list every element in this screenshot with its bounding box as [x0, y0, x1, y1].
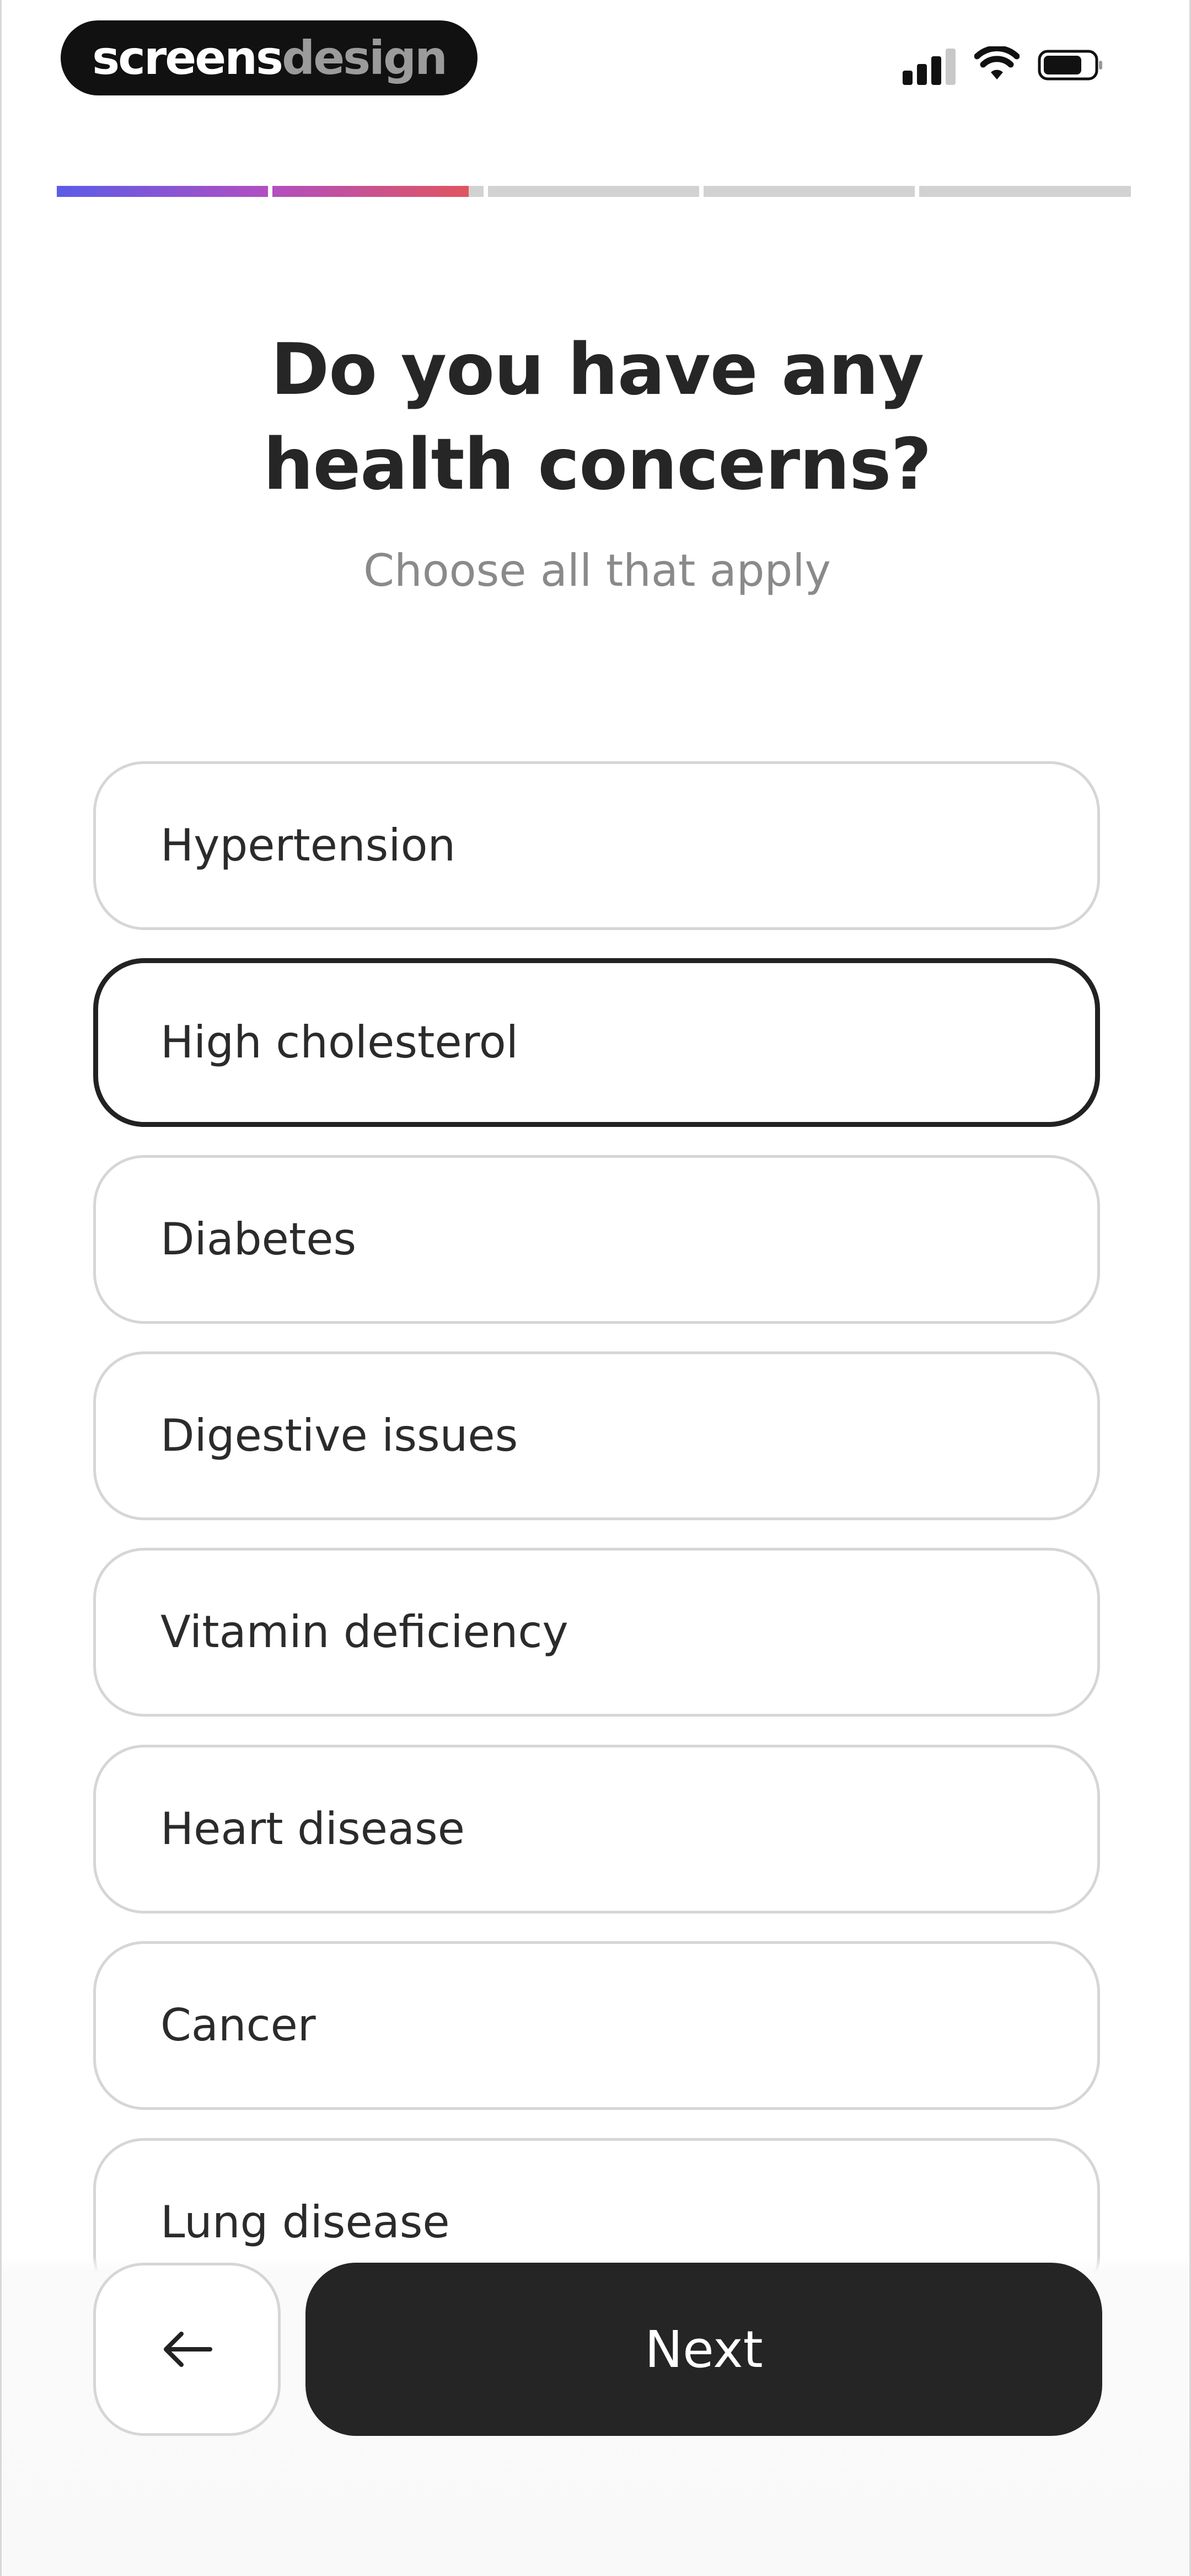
option-high-cholesterol[interactable]: High cholesterol: [93, 958, 1100, 1127]
option-label: Lung disease: [160, 2196, 450, 2248]
option-diabetes[interactable]: Diabetes: [93, 1155, 1100, 1324]
progress-segment: [704, 186, 915, 197]
battery-icon: [1038, 50, 1102, 81]
title-line-1: Do you have any: [270, 329, 924, 411]
wifi-icon: [974, 46, 1020, 79]
logo-text-design: design: [282, 31, 448, 85]
logo-text-screens: screens: [92, 31, 283, 85]
option-cancer[interactable]: Cancer: [93, 1941, 1100, 2110]
page-title: Do you have any health concerns?: [2, 323, 1189, 512]
option-label: Digestive issues: [160, 1410, 518, 1461]
arrow-left-icon: [164, 2332, 212, 2367]
option-label: Cancer: [160, 2000, 316, 2051]
option-label: High cholesterol: [160, 1017, 518, 1068]
progress-segment: [57, 186, 268, 197]
brand-logo: screensdesign: [61, 20, 478, 95]
option-hypertension[interactable]: Hypertension: [93, 761, 1100, 930]
screen: screensdesign Do you have any health con…: [0, 0, 1191, 2576]
status-bar-icons: [903, 46, 1112, 90]
back-button[interactable]: [93, 2263, 281, 2436]
option-label: Heart disease: [160, 1803, 465, 1854]
progress-bar: [57, 186, 1131, 197]
option-label: Hypertension: [160, 820, 456, 871]
option-heart-disease[interactable]: Heart disease: [93, 1745, 1100, 1914]
cellular-signal-icon: [903, 46, 958, 85]
option-digestive-issues[interactable]: Digestive issues: [93, 1351, 1100, 1520]
next-button-label: Next: [645, 2320, 763, 2379]
option-label: Diabetes: [160, 1214, 357, 1265]
title-line-2: health concerns?: [263, 424, 931, 506]
progress-segment: [272, 186, 484, 197]
option-label: Vitamin deficiency: [160, 1606, 568, 1658]
next-button[interactable]: Next: [305, 2263, 1102, 2436]
page-subtitle: Choose all that apply: [363, 545, 831, 596]
progress-segment: [919, 186, 1131, 197]
progress-segment: [488, 186, 699, 197]
option-vitamin-deficiency[interactable]: Vitamin deficiency: [93, 1548, 1100, 1717]
